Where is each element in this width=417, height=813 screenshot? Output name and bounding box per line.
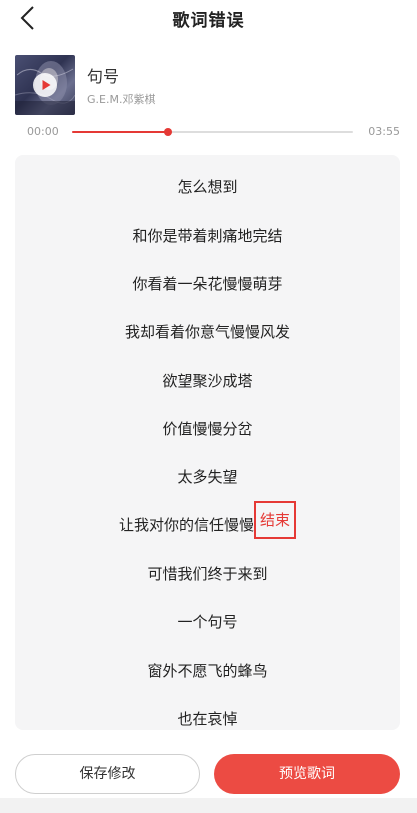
page-title: 歌词错误: [172, 11, 245, 31]
lyric-line[interactable]: 让我对你的信任慢慢 结束: [15, 500, 400, 539]
lyric-line[interactable]: 我却看着你意气慢慢风发: [15, 319, 400, 345]
song-title: 句号: [87, 67, 120, 86]
lyric-line[interactable]: 可惜我们终于来到: [15, 561, 400, 587]
lyric-line[interactable]: 窗外不愿飞的蜂鸟: [15, 658, 400, 684]
lyric-line[interactable]: 怎么想到: [15, 174, 400, 200]
song-artist: G.E.M.邓紫棋: [87, 93, 156, 106]
lyric-line[interactable]: 价值慢慢分岔: [15, 416, 400, 442]
play-icon: [42, 80, 51, 90]
total-time: 03:55: [368, 125, 400, 138]
song-card: 句号 G.E.M.邓紫棋: [15, 55, 405, 117]
lyric-line[interactable]: 也在哀悼: [15, 706, 400, 730]
lyric-line[interactable]: 和你是带着刺痛地完结: [15, 223, 400, 249]
progress-thumb[interactable]: [163, 128, 172, 136]
save-changes-button[interactable]: 保存修改: [15, 754, 200, 794]
lyrics-editor[interactable]: 怎么想到 和你是带着刺痛地完结 你看着一朵花慢慢萌芽 我却看着你意气慢慢风发 欲…: [15, 155, 400, 730]
header-bar: 歌词错误: [0, 0, 417, 40]
bottom-strip: [0, 798, 417, 813]
lyric-line[interactable]: 欲望聚沙成塔: [15, 368, 400, 394]
lyric-line[interactable]: 一个句号: [15, 609, 400, 635]
progress-fill: [72, 131, 168, 133]
current-time: 00:00: [27, 125, 59, 138]
highlighted-word[interactable]: 结束: [254, 500, 297, 539]
play-button[interactable]: [33, 73, 57, 97]
lyric-line[interactable]: 太多失望: [15, 464, 400, 490]
progress-track[interactable]: [72, 128, 353, 136]
progress-bar: 00:00 03:55: [15, 122, 400, 142]
lyric-line[interactable]: 你看着一朵花慢慢萌芽: [15, 271, 400, 297]
preview-lyrics-button[interactable]: 预览歌词: [214, 754, 400, 794]
album-cover: [15, 55, 75, 115]
